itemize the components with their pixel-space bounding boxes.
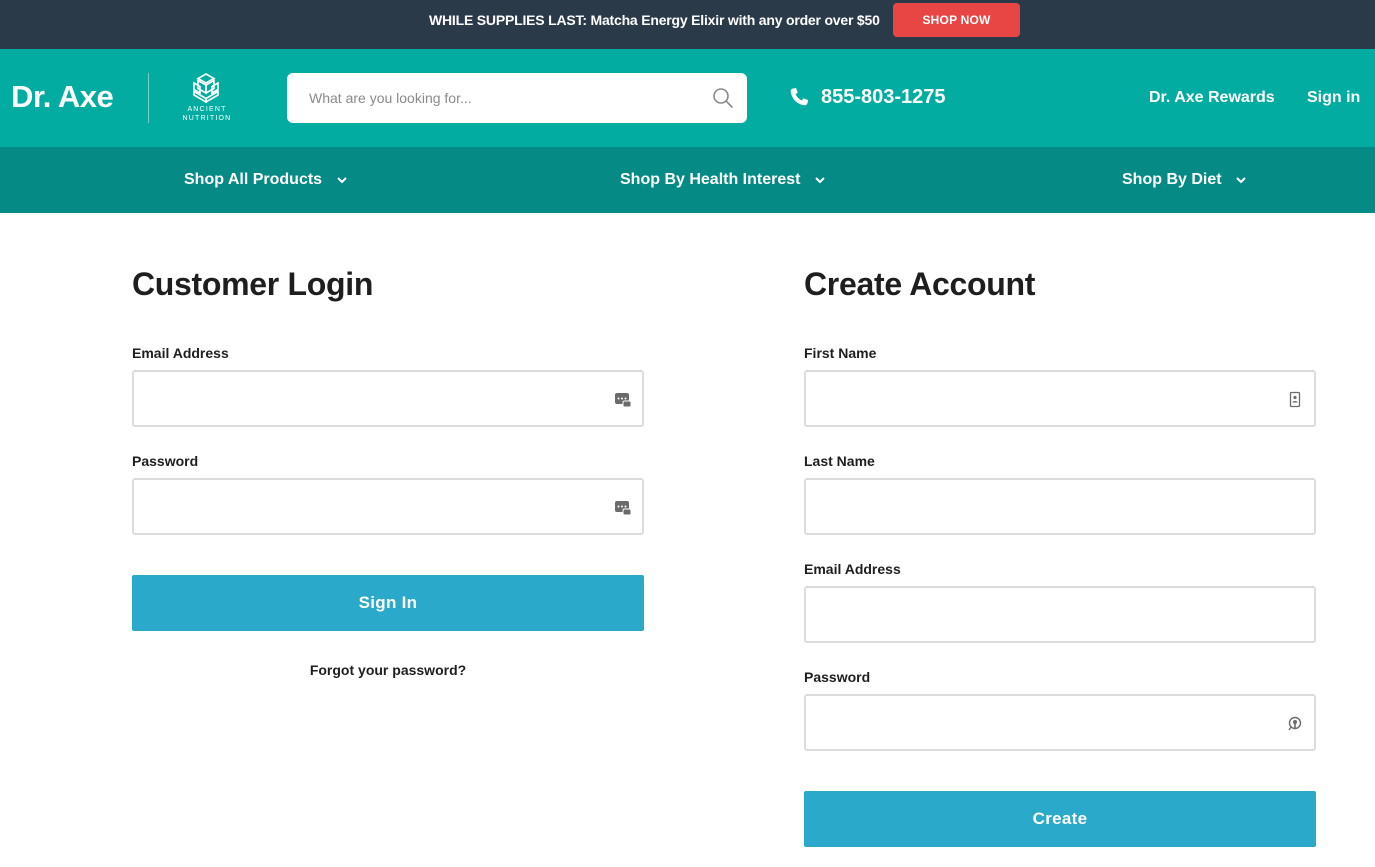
create-account-title: Create Account xyxy=(804,266,1036,302)
search-icon[interactable] xyxy=(712,87,734,109)
sign-in-button[interactable]: Sign In xyxy=(132,575,644,631)
site-header: Dr. Axe ANCIENT NUTRITION 855-803-1275 D… xyxy=(0,49,1375,147)
phone-number[interactable]: 855-803-1275 xyxy=(821,86,946,109)
phone-icon xyxy=(790,88,808,106)
dr-axe-logo[interactable]: Dr. Axe xyxy=(11,79,114,115)
ancient-nutrition-wordmark: ANCIENT NUTRITION xyxy=(172,105,242,123)
first-name-input[interactable] xyxy=(806,372,1314,425)
create-email-input[interactable] xyxy=(806,588,1314,641)
nav-item-shop-by-diet[interactable]: Shop By Diet xyxy=(1122,171,1247,189)
ancient-nutrition-mark-icon xyxy=(193,73,219,103)
search-input[interactable] xyxy=(287,73,747,123)
first-name-field[interactable] xyxy=(804,370,1316,427)
create-password-label: Password xyxy=(804,669,871,685)
promo-bar: WHILE SUPPLIES LAST: Matcha Energy Elixi… xyxy=(0,0,1375,49)
create-password-input[interactable] xyxy=(806,696,1314,749)
nav-item-label: Shop By Diet xyxy=(1122,171,1222,188)
password-manager-icon[interactable] xyxy=(614,499,632,517)
password-manager-icon[interactable] xyxy=(614,391,632,409)
contact-card-icon[interactable] xyxy=(1286,391,1304,409)
shop-now-button[interactable]: SHOP NOW xyxy=(893,3,1020,37)
last-name-label: Last Name xyxy=(804,453,875,469)
header-signin-link[interactable]: Sign in xyxy=(1307,89,1360,107)
nav-item-shop-by-health-interest[interactable]: Shop By Health Interest xyxy=(620,171,826,189)
promo-text: WHILE SUPPLIES LAST: Matcha Energy Elixi… xyxy=(429,12,880,28)
ancient-nutrition-line1: ANCIENT xyxy=(187,106,227,113)
ancient-nutrition-line2: NUTRITION xyxy=(182,115,232,122)
forgot-password-link[interactable]: Forgot your password? xyxy=(132,662,644,678)
logo-divider xyxy=(148,73,149,123)
main-nav: Shop All Products Shop By Health Interes… xyxy=(0,147,1375,213)
nav-item-shop-all-products[interactable]: Shop All Products xyxy=(184,171,348,189)
rewards-link[interactable]: Dr. Axe Rewards xyxy=(1149,89,1275,107)
login-email-input[interactable] xyxy=(134,372,642,425)
nav-item-label: Shop All Products xyxy=(184,171,323,188)
chevron-down-icon xyxy=(336,177,347,184)
login-password-label: Password xyxy=(132,453,199,469)
ancient-nutrition-logo[interactable]: ANCIENT NUTRITION xyxy=(172,73,242,125)
login-email-field[interactable] xyxy=(132,370,644,427)
first-name-label: First Name xyxy=(804,345,877,361)
create-email-field[interactable] xyxy=(804,586,1316,643)
login-email-label: Email Address xyxy=(132,345,229,361)
last-name-input[interactable] xyxy=(806,480,1314,533)
create-email-label: Email Address xyxy=(804,561,901,577)
login-password-input[interactable] xyxy=(134,480,642,533)
create-button[interactable]: Create xyxy=(804,791,1316,847)
create-password-field[interactable] xyxy=(804,694,1316,751)
nav-item-label: Shop By Health Interest xyxy=(620,171,801,188)
chevron-down-icon xyxy=(1236,177,1246,184)
login-password-field[interactable] xyxy=(132,478,644,535)
key-icon[interactable] xyxy=(1286,715,1304,733)
last-name-field[interactable] xyxy=(804,478,1316,535)
chevron-down-icon xyxy=(815,177,825,184)
login-title: Customer Login xyxy=(132,266,374,302)
